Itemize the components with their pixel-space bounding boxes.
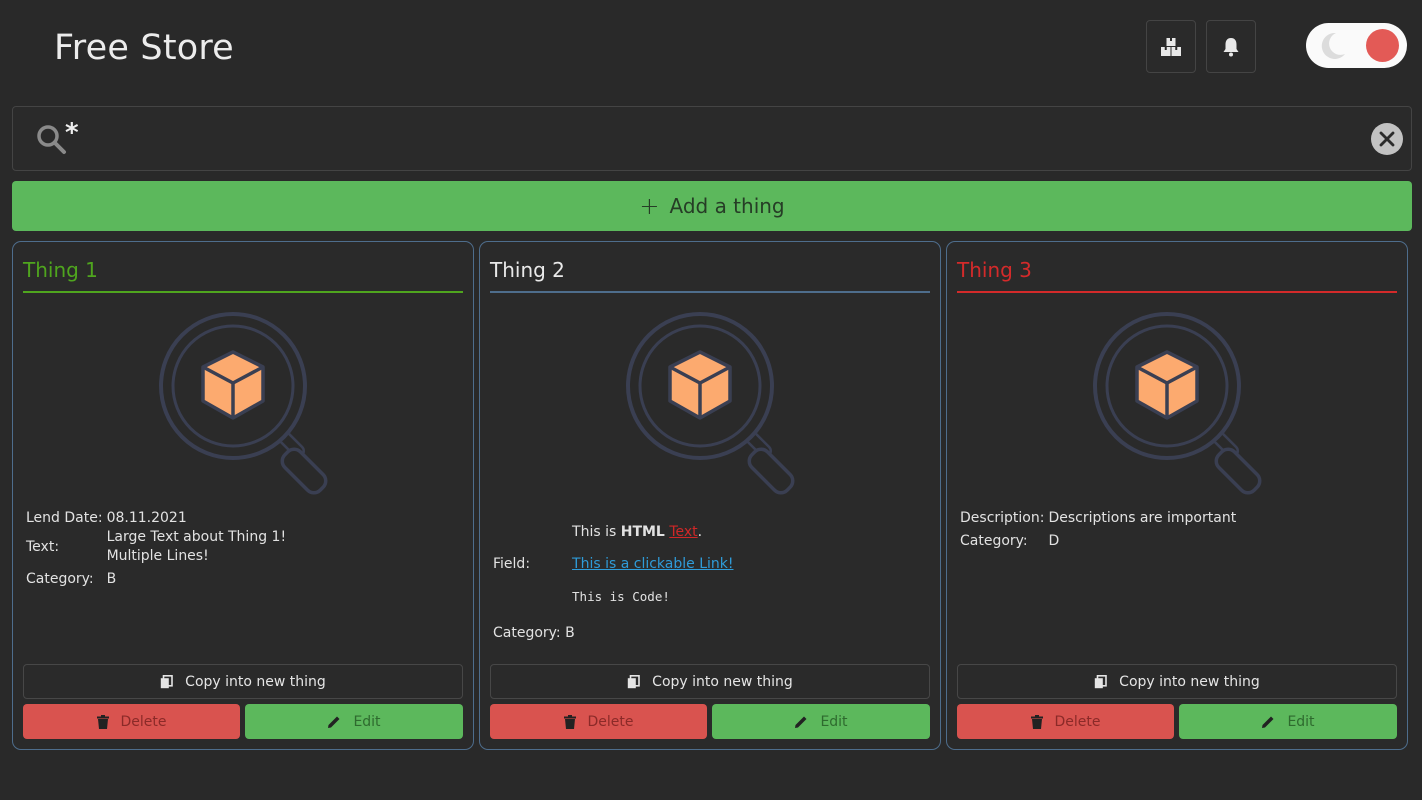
bell-icon [1223,37,1239,56]
copy-into-new-thing-button[interactable]: Copy into new thing [490,664,930,699]
copy-icon [1094,674,1107,688]
pencil-icon [795,716,807,728]
search-input[interactable] [65,115,1355,151]
prop-value: Descriptions are important [1048,510,1237,526]
bold-text: HTML [620,524,665,540]
prop-key: Lend Date: [26,510,103,526]
category-row: Category: B [493,625,734,641]
prop-value: B [106,571,117,587]
moon-icon [1321,32,1345,59]
prop-key: Field: [493,556,531,572]
thing-properties: Description: Descriptions are important C… [960,509,1236,551]
magnifier-box-icon [143,312,343,502]
app-header: Free Store [0,0,1422,100]
edit-button[interactable]: Edit [1179,704,1397,739]
copy-into-new-thing-button[interactable]: Copy into new thing [23,664,463,699]
search-icon [37,125,66,154]
search-bar [12,106,1412,171]
edit-button[interactable]: Edit [245,704,463,739]
red-text: Text [669,524,698,540]
thing-placeholder-image [143,308,343,498]
close-icon [1379,131,1395,147]
thing-properties: Field: This is HTML Text. This is a clic… [493,522,734,641]
trash-icon [1030,714,1043,729]
copy-label: Copy into new thing [1119,673,1260,690]
thing-title: Thing 2 [490,258,565,282]
plus-icon: + [639,192,660,220]
pencil-icon [328,716,340,728]
trash-icon [563,714,576,729]
prop-value-line: Multiple Lines! [106,548,209,564]
thing-placeholder-image [1077,308,1277,498]
copy-into-new-thing-button[interactable]: Copy into new thing [957,664,1397,699]
clickable-link[interactable]: This is a clickable Link! [572,556,733,572]
prop-key: Text: [26,538,60,555]
copy-label: Copy into new thing [652,673,793,690]
magnifier-box-icon [1077,312,1277,502]
clear-search-button[interactable] [1371,123,1403,155]
delete-label: Delete [587,713,634,730]
toggle-knob [1366,29,1399,62]
prop-value: 08.11.2021 [106,510,187,526]
add-thing-button[interactable]: + Add a thing [12,181,1412,231]
delete-button[interactable]: Delete [490,704,707,739]
html-text-line: This is HTML Text. [572,524,703,540]
code-text: This is Code! [572,589,670,604]
title-divider [957,291,1397,293]
title-divider [490,291,930,293]
boxes-button[interactable] [1146,20,1196,73]
boxes-icon [1161,37,1181,56]
prop-key: Category: [960,533,1028,549]
prop-key: Category: [26,571,94,587]
prop-key: Category: [493,625,561,641]
copy-label: Copy into new thing [185,673,326,690]
pencil-icon [1262,716,1274,728]
delete-button[interactable]: Delete [957,704,1174,739]
edit-label: Edit [353,713,381,730]
title-divider [23,291,463,293]
edit-label: Edit [820,713,848,730]
edit-label: Edit [1287,713,1315,730]
trash-icon [96,714,109,729]
copy-icon [160,674,173,688]
app-title: Free Store [54,28,234,68]
prop-value: D [1048,533,1060,549]
theme-toggle[interactable] [1306,23,1407,68]
thing-card: Thing 3 Description: Descriptions are imp… [946,241,1408,750]
prop-value-line: Large Text about Thing 1! [106,529,287,545]
copy-icon [627,674,640,688]
delete-label: Delete [120,713,167,730]
prop-value: B [565,625,575,641]
thing-title: Thing 1 [23,258,98,282]
thing-card: Thing 1 Lend Date: 08.11.2021 Text: Large… [12,241,474,750]
edit-button[interactable]: Edit [712,704,930,739]
thing-title: Thing 3 [957,258,1032,282]
thing-placeholder-image [610,308,810,498]
magnifier-box-icon [610,312,810,502]
delete-button[interactable]: Delete [23,704,240,739]
add-thing-label: Add a thing [669,194,785,218]
delete-label: Delete [1054,713,1101,730]
notifications-button[interactable] [1206,20,1256,73]
prop-key: Description: [960,510,1045,526]
thing-properties: Lend Date: 08.11.2021 Text: Large Text ab… [26,509,286,589]
thing-card: Thing 2 Field: This is HTML Text. This i… [479,241,941,750]
